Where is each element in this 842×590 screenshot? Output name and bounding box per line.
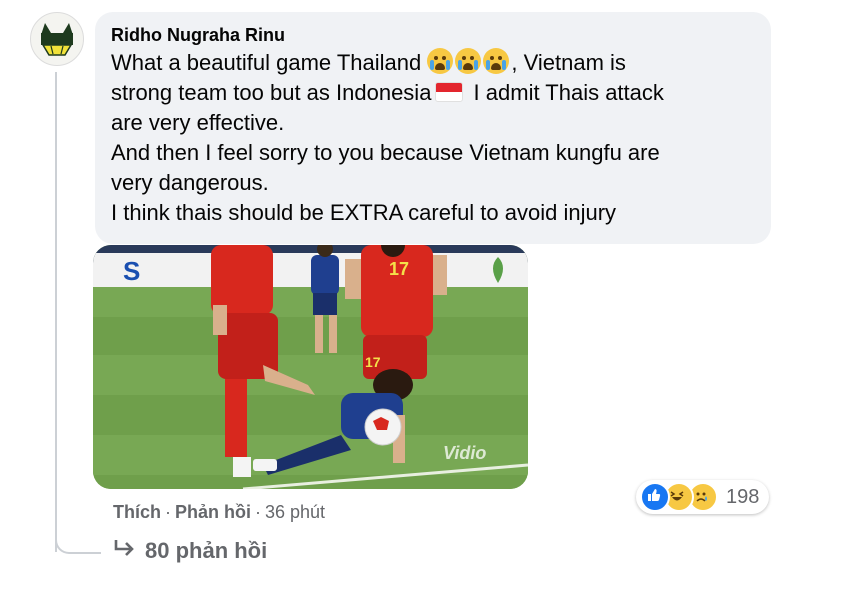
comment-text: I admit Thais attack (467, 80, 664, 105)
ad-board-text: S (123, 256, 140, 286)
reaction-summary[interactable]: 198 (636, 480, 770, 514)
comment-line-5: very dangerous. (111, 170, 269, 195)
indonesia-flag-icon (435, 82, 464, 102)
avatar-cat-icon (41, 23, 73, 56)
reply-button[interactable]: Phản hồi (175, 502, 251, 522)
loudly-crying-face-icon (427, 48, 454, 74)
like-button[interactable]: Thích (113, 502, 161, 522)
football (364, 408, 402, 446)
like-icon (640, 482, 670, 512)
svg-text:17: 17 (365, 354, 381, 370)
reply-arrow-icon (113, 538, 137, 564)
comment-line-4: And then I feel sorry to you because Vie… (111, 140, 660, 165)
loudly-crying-face-icon (455, 48, 482, 74)
comment-text: What a beautiful game Thailand (111, 50, 422, 75)
replies-label: 80 phản hồi (145, 538, 268, 563)
view-replies-button[interactable]: 80 phản hồi (113, 538, 267, 564)
comment-text: , Vietnam is (511, 50, 626, 75)
comment-actions: Thích · Phản hồi · 36 phút (113, 500, 325, 524)
comment-line-3: are very effective. (111, 110, 285, 135)
attached-photo[interactable]: S 17 17 Vidio (93, 245, 528, 489)
thread-line (55, 72, 57, 552)
comment-line-6: I think thais should be EXTRA careful to… (111, 200, 617, 225)
comment-line-1: What a beautiful game Thailand , Vietnam… (111, 48, 755, 78)
comment-text: strong team too but as Indonesia (111, 80, 432, 105)
loudly-crying-face-icon (483, 48, 510, 74)
comment-author[interactable]: Ridho Nugraha Rinu (111, 22, 755, 48)
comment-bubble: Ridho Nugraha Rinu What a beautiful game… (95, 12, 771, 244)
comment-timestamp[interactable]: 36 phút (265, 502, 325, 522)
svg-text:17: 17 (389, 259, 409, 279)
watermark: Vidio (443, 443, 486, 463)
reaction-count: 198 (726, 485, 760, 508)
thread-connector (55, 520, 101, 554)
separator: · (255, 502, 261, 522)
ad-board (93, 253, 528, 287)
avatar[interactable] (30, 12, 84, 66)
separator: · (165, 502, 171, 522)
comment-line-2: strong team too but as Indonesia I admit… (111, 78, 755, 108)
